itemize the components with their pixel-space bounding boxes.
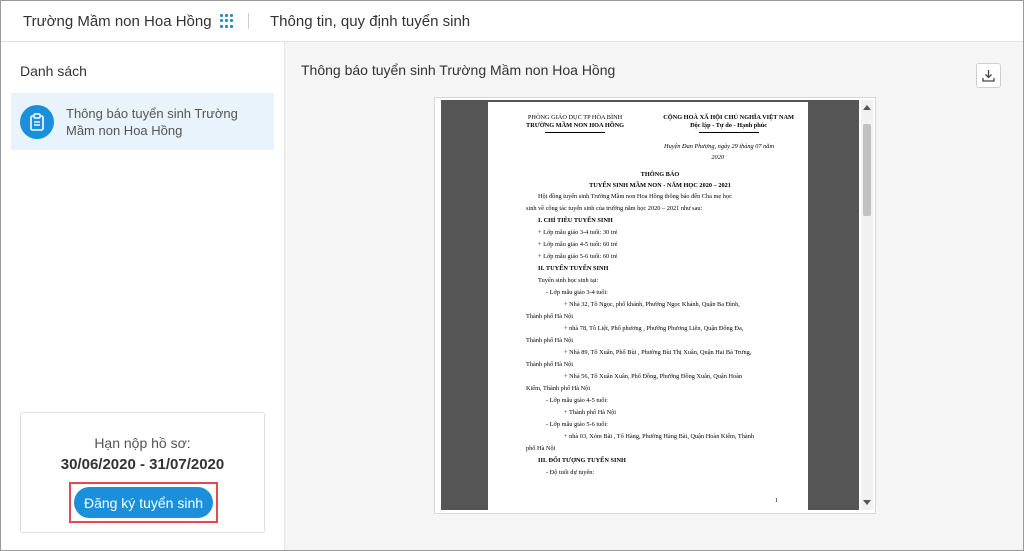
list-item-label: Thông báo tuyển sinh Trường Mầm non Hoa … bbox=[66, 105, 238, 138]
doc-class-c: - Lớp mẫu giáo 5-6 tuổi: bbox=[546, 421, 608, 428]
doc-page-number: 1 bbox=[774, 497, 778, 504]
scroll-thumb[interactable] bbox=[863, 124, 871, 216]
doc-class-a: - Lớp mẫu giáo 3-4 tuổi: bbox=[546, 289, 608, 296]
doc-addr-a1-1: + Nhà 32, Tô Ngọc, phố khánh, Phường Ngọ… bbox=[564, 301, 740, 308]
school-name[interactable]: Trường Mầm non Hoa Hồng bbox=[23, 13, 213, 30]
pdf-viewer-background: PHÒNG GIÁO DỤC TP HÒA BÌNH TRƯỜNG MẦM NO… bbox=[441, 100, 859, 510]
doc-addr-a2-1: + nhà 78, Tô Liệt, Phố phương , Phường P… bbox=[564, 325, 744, 332]
doc-addr-a4-2: Kiếm, Thành phố Hà Nội bbox=[526, 385, 591, 392]
doc-quota-1: + Lớp mẫu giáo 3-4 tuổi: 30 trẻ bbox=[538, 229, 618, 236]
pdf-viewer[interactable]: PHÒNG GIÁO DỤC TP HÒA BÌNH TRƯỜNG MẦM NO… bbox=[434, 97, 876, 514]
doc-right-header-1: CỘNG HOÀ XÃ HỘI CHỦ NGHĨA VIỆT NAM bbox=[663, 114, 794, 121]
list-item-admission-notice[interactable]: Thông báo tuyển sinh Trường Mầm non Hoa … bbox=[11, 93, 274, 150]
doc-heading-2: TUYỂN SINH MẦM NON - NĂM HỌC 2020 – 2021 bbox=[589, 182, 731, 189]
doc-section-1: I. CHỈ TIÊU TUYỂN SINH bbox=[538, 217, 613, 224]
doc-intro-1: Hội đồng tuyển sinh Trường Mầm non Hoa H… bbox=[538, 193, 732, 200]
top-header: Trường Mầm non Hoa Hồng Thông tin, quy đ… bbox=[1, 1, 1023, 42]
doc-addr-c1-2: phố Hà Nội bbox=[526, 445, 556, 452]
grid-apps-icon[interactable] bbox=[220, 14, 234, 28]
viewer-scrollbar[interactable] bbox=[861, 100, 873, 510]
doc-left-header-1: PHÒNG GIÁO DỤC TP HÒA BÌNH bbox=[527, 114, 623, 121]
doc-section-3: III. ĐỐI TƯỢNG TUYỂN SINH bbox=[538, 457, 626, 464]
main-content: Thông báo tuyển sinh Trường Mầm non Hoa … bbox=[285, 42, 1023, 550]
doc-addr-b1: + Thành phố Hà Nội bbox=[564, 409, 617, 416]
clipboard-icon bbox=[20, 104, 54, 139]
doc-intro-2: sinh về công tác tuyển sinh của trường n… bbox=[526, 205, 703, 212]
doc-right-header-2: Độc lập - Tự do - Hạnh phúc bbox=[690, 122, 768, 129]
deadline-dates: 30/06/2020 - 31/07/2020 bbox=[60, 456, 225, 473]
scroll-up-arrow-icon[interactable] bbox=[863, 105, 871, 110]
doc-addr-a3-1: + Nhà 89, Tô Xuân, Phố Bùi , Phường Bùi … bbox=[564, 349, 752, 356]
doc-place-date: Huyện Đan Phượng, ngày 29 tháng 07 năm 2… bbox=[664, 143, 774, 161]
sidebar: Danh sách Thông báo tuyển sinh Trường Mầ… bbox=[1, 42, 285, 550]
page-title: Thông tin, quy định tuyển sinh bbox=[270, 12, 471, 30]
sidebar-title: Danh sách bbox=[20, 63, 87, 79]
scroll-down-arrow-icon[interactable] bbox=[863, 500, 871, 505]
doc-addr-c1-1: + nhà 03, Xóm Bãi , Tổ Hàng, Phường Hàng… bbox=[564, 433, 755, 440]
register-highlight: Đăng ký tuyển sinh bbox=[69, 482, 218, 523]
download-icon bbox=[982, 70, 995, 82]
doc-addr-a1-2: Thành phố Hà Nội bbox=[526, 313, 574, 320]
doc-addr-a4-1: + Nhà 56, Tô Xuân Xuân, Phố Đồng, Phường… bbox=[564, 373, 743, 380]
doc-addr-a2-2: Thành phố Hà Nội bbox=[526, 337, 574, 344]
deadline-label: Hạn nộp hồ sơ: bbox=[94, 435, 191, 451]
doc-addr-a3-2: Thành phố Hà Nội bbox=[526, 361, 574, 368]
doc-age-line: - Độ tuổi dự tuyển: bbox=[546, 469, 595, 476]
register-button[interactable]: Đăng ký tuyển sinh bbox=[74, 487, 213, 518]
doc-class-b: - Lớp mẫu giáo 4-5 tuổi: bbox=[546, 397, 608, 404]
doc-enroll-at: Tuyển sinh học sinh tại: bbox=[538, 277, 599, 284]
doc-heading-1: THÔNG BÁO bbox=[640, 171, 680, 178]
doc-quota-3: + Lớp mẫu giáo 5-6 tuổi: 60 trẻ bbox=[538, 253, 618, 260]
document-title: Thông báo tuyển sinh Trường Mầm non Hoa … bbox=[301, 62, 616, 78]
download-button[interactable] bbox=[976, 63, 1001, 88]
doc-quota-2: + Lớp mẫu giáo 4-5 tuổi: 60 trẻ bbox=[538, 241, 618, 248]
doc-section-2: II. TUYỂN TUYỂN SINH bbox=[538, 265, 609, 272]
doc-header: PHÒNG GIÁO DỤC TP HÒA BÌNH TRƯỜNG MẦM NO… bbox=[526, 114, 794, 133]
doc-left-header-2: TRƯỜNG MẦM NON HOA HỒNG bbox=[526, 122, 625, 129]
pdf-page: PHÒNG GIÁO DỤC TP HÒA BÌNH TRƯỜNG MẦM NO… bbox=[488, 102, 808, 510]
header-divider bbox=[248, 13, 249, 29]
deadline-card: Hạn nộp hồ sơ: 30/06/2020 - 31/07/2020 Đ… bbox=[20, 412, 265, 533]
